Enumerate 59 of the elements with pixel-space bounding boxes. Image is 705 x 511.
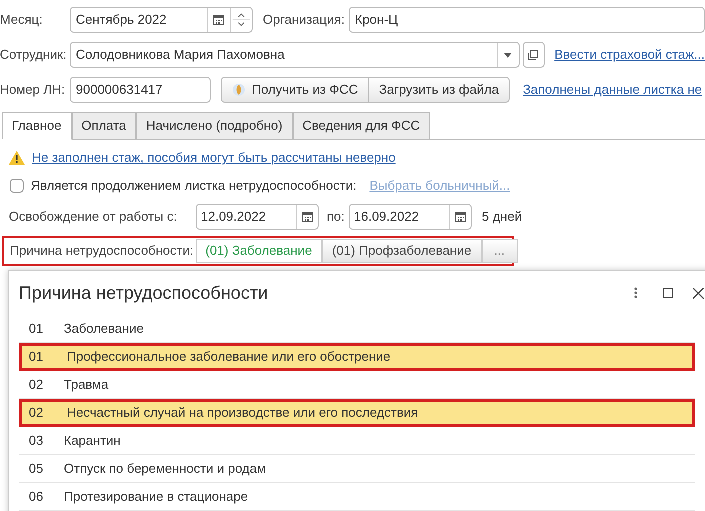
tab[interactable]: Сведения для ФСС (292, 112, 430, 140)
field-label: по: (327, 208, 346, 226)
reason-option[interactable]: (01) Профзаболевание (322, 239, 482, 263)
field-label: Организация: (263, 11, 346, 30)
row-name: Отпуск по беременности и родам (63, 460, 266, 478)
tab[interactable]: Главное (2, 112, 72, 140)
list-row[interactable]: 05 Отпуск по беременности и родам (19, 455, 695, 483)
warning-icon (9, 151, 25, 165)
field-label: Причина нетрудоспособности: (10, 242, 194, 260)
row-name: Профессиональное заболевание или его обострение (66, 348, 391, 366)
date-to-field[interactable]: 16.09.2022 (349, 204, 472, 230)
date-from-field[interactable]: 12.09.2022 (196, 204, 319, 230)
warning-link[interactable]: Не заполнен стаж, пособия могут быть рассчитаны неверно (32, 148, 396, 168)
tab[interactable]: Начислено (подробно) (136, 112, 293, 140)
row-code: 05 (28, 460, 44, 478)
row-code: 02 (28, 376, 44, 394)
reason-option[interactable]: (01) Заболевание (196, 239, 322, 263)
fss-button[interactable]: Получить из ФСС (221, 77, 370, 103)
sick-number-field[interactable]: 900000631417 (70, 77, 211, 103)
month-field[interactable]: Сентябрь 2022 (70, 7, 253, 33)
days-count: 5 дней (482, 208, 522, 226)
field-label: Номер ЛН: (0, 81, 66, 100)
close-icon[interactable] (693, 288, 704, 298)
checkbox-label: Является продолжением листка нетрудоспособности: (31, 177, 357, 196)
row-name: Заболевание (63, 320, 144, 338)
row-name: Протезирование в стационаре (63, 488, 248, 506)
row-code: 06 (28, 488, 44, 506)
row-name: Травма (63, 376, 109, 394)
more-options-icon[interactable] (634, 287, 638, 299)
row-code: 02 (28, 404, 44, 422)
calendar-icon[interactable] (213, 14, 225, 26)
field-label: Месяц: (0, 11, 44, 30)
row-code: 01 (28, 320, 44, 338)
row-code: 03 (28, 432, 44, 450)
maximize-icon[interactable] (663, 288, 673, 298)
row-name: Карантин (63, 432, 121, 450)
row-code: 01 (28, 348, 44, 366)
calendar-icon[interactable] (302, 211, 314, 223)
open-window-icon (528, 50, 540, 60)
field-label: Сотрудник: (0, 46, 68, 64)
list-row[interactable]: 02 Несчастный случай на производстве или его последствия (19, 399, 695, 427)
dropdown-caret-icon[interactable] (504, 52, 512, 58)
list-row[interactable]: 01 Профессиональное заболевание или его обострение (19, 343, 695, 371)
list-row[interactable]: 03 Карантин (19, 427, 695, 455)
spinner-icon[interactable] (230, 8, 252, 32)
calendar-icon[interactable] (454, 211, 466, 223)
open-button[interactable] (522, 42, 545, 68)
continuation-checkbox[interactable] (10, 179, 24, 193)
tab[interactable]: Оплата (72, 112, 136, 140)
shield-icon (232, 83, 246, 97)
employee-field[interactable]: Солодовникова Мария Пахомовна (70, 42, 520, 68)
field-label: Освобождение от работы с: (9, 208, 178, 226)
insurance-link[interactable]: Ввести страховой стаж... (554, 45, 705, 65)
organization-field[interactable]: Крон-Ц (349, 7, 705, 33)
load-file-button[interactable]: Загрузить из файла (369, 77, 510, 103)
row-name: Несчастный случай на производстве или его последствия (66, 404, 418, 422)
list-row[interactable]: 06 Протезирование в стационаре (19, 483, 695, 511)
sick-data-link[interactable]: Заполнены данные листка не (523, 80, 702, 100)
dialog-title: Причина нетрудоспособности (19, 282, 270, 305)
